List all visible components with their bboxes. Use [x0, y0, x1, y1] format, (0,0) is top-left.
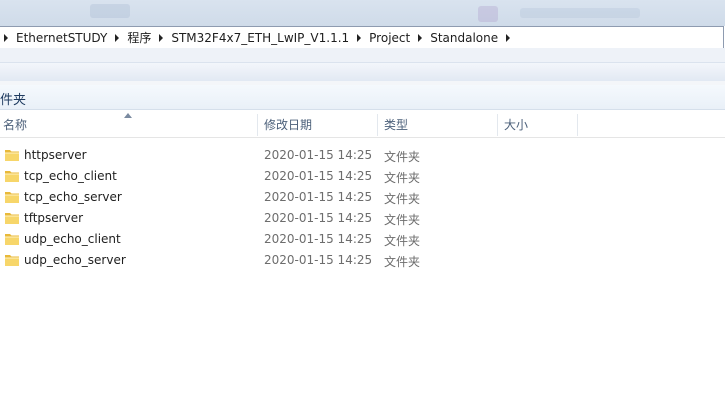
- folder-icon: [5, 255, 19, 266]
- breadcrumb-item[interactable]: 程序: [123, 27, 155, 48]
- file-date: 2020-01-15 14:25: [264, 169, 373, 183]
- titlebar-blur: [90, 4, 130, 18]
- command-bar: [0, 62, 725, 82]
- file-date: 2020-01-15 14:25: [264, 232, 373, 246]
- file-type: 文件夹: [384, 234, 421, 248]
- breadcrumb-item[interactable]: Project: [365, 27, 414, 48]
- file-type: 文件夹: [384, 213, 421, 227]
- column-name[interactable]: 名称: [3, 112, 255, 137]
- file-row[interactable]: tcp_echo_client 2020-01-15 14:25 文件夹: [0, 166, 725, 187]
- library-header: 件夹: [0, 85, 725, 110]
- chevron-right-icon[interactable]: [0, 27, 12, 48]
- breadcrumb-label: STM32F4x7_ETH_LwIP_V1.1.1: [171, 30, 350, 45]
- file-date: 2020-01-15 14:25: [264, 211, 373, 225]
- file-row[interactable]: tcp_echo_server 2020-01-15 14:25 文件夹: [0, 187, 725, 208]
- file-row[interactable]: udp_echo_client 2020-01-15 14:25 文件夹: [0, 229, 725, 250]
- file-type: 文件夹: [384, 171, 421, 185]
- file-type: 文件夹: [384, 255, 421, 269]
- library-header-label: 件夹: [0, 93, 27, 108]
- column-size[interactable]: 大小: [504, 112, 574, 137]
- file-name: udp_echo_server: [24, 253, 126, 267]
- window-titlebar: [0, 0, 725, 26]
- folder-icon: [5, 192, 19, 203]
- file-row[interactable]: httpserver 2020-01-15 14:25 文件夹: [0, 145, 725, 166]
- column-type[interactable]: 类型: [384, 112, 494, 137]
- file-date: 2020-01-15 14:25: [264, 148, 373, 162]
- breadcrumb-label: Project: [369, 30, 411, 45]
- file-list: httpserver 2020-01-15 14:25 文件夹 tcp_echo…: [0, 145, 725, 271]
- file-date: 2020-01-15 14:25: [264, 190, 373, 204]
- file-type: 文件夹: [384, 150, 421, 164]
- address-bar[interactable]: EthernetSTUDY 程序 STM32F4x7_ETH_LwIP_V1.1…: [0, 26, 724, 49]
- search-band: [0, 48, 725, 62]
- column-divider[interactable]: [257, 114, 258, 136]
- chevron-right-icon[interactable]: [502, 27, 514, 48]
- column-header: 名称 修改日期 类型 大小: [0, 112, 725, 138]
- titlebar-blur: [520, 8, 640, 18]
- column-date[interactable]: 修改日期: [264, 112, 374, 137]
- file-type: 文件夹: [384, 192, 421, 206]
- file-row[interactable]: udp_echo_server 2020-01-15 14:25 文件夹: [0, 250, 725, 271]
- breadcrumb-item[interactable]: STM32F4x7_ETH_LwIP_V1.1.1: [167, 27, 353, 48]
- chevron-right-icon[interactable]: [353, 27, 365, 48]
- folder-icon: [5, 234, 19, 245]
- column-size-label: 大小: [504, 118, 529, 132]
- column-date-label: 修改日期: [264, 118, 313, 132]
- column-type-label: 类型: [384, 118, 409, 132]
- chevron-right-icon[interactable]: [111, 27, 123, 48]
- column-divider[interactable]: [377, 114, 378, 136]
- breadcrumb-label: 程序: [127, 31, 152, 45]
- file-date: 2020-01-15 14:25: [264, 253, 373, 267]
- breadcrumb-item[interactable]: EthernetSTUDY: [12, 27, 111, 48]
- file-name: tcp_echo_client: [24, 169, 117, 183]
- chevron-right-icon[interactable]: [155, 27, 167, 48]
- breadcrumb-item[interactable]: Standalone: [426, 27, 502, 48]
- file-row[interactable]: tftpserver 2020-01-15 14:25 文件夹: [0, 208, 725, 229]
- file-name: tcp_echo_server: [24, 190, 122, 204]
- folder-icon: [5, 171, 19, 182]
- column-divider[interactable]: [497, 114, 498, 136]
- column-name-label: 名称: [3, 118, 28, 132]
- chevron-right-icon[interactable]: [414, 27, 426, 48]
- file-name: httpserver: [24, 148, 87, 162]
- file-name: tftpserver: [24, 211, 84, 225]
- titlebar-blur: [478, 6, 498, 22]
- breadcrumb-label: EthernetSTUDY: [16, 30, 108, 45]
- folder-icon: [5, 213, 19, 224]
- folder-icon: [5, 150, 19, 161]
- file-name: udp_echo_client: [24, 232, 121, 246]
- breadcrumb-label: Standalone: [430, 30, 499, 45]
- column-divider[interactable]: [577, 114, 578, 136]
